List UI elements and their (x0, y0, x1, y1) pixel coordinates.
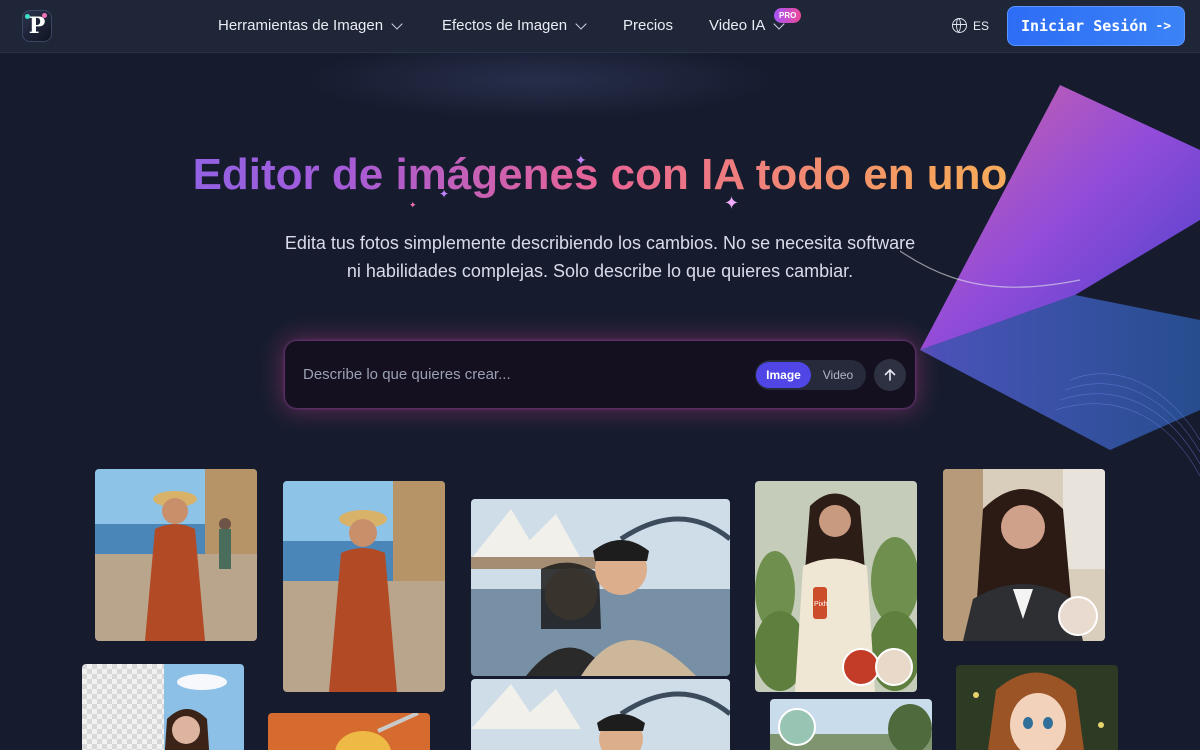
photo (471, 499, 730, 676)
nav-item-video-ia[interactable]: Video IA (709, 17, 786, 34)
signin-label: Iniciar Sesión (1020, 17, 1148, 35)
sparkle-icon: ✦ (409, 200, 417, 210)
photo (268, 713, 430, 750)
arrow-up-icon (884, 368, 896, 381)
hero-subtitle: Edita tus fotos simplemente describiendo… (284, 233, 916, 281)
avatar-thumbnail-flower (778, 708, 816, 746)
nav-item-label: Video IA (709, 17, 766, 34)
prompt-box: Image Video (285, 341, 915, 408)
nav-item-label: Efectos de Imagen (442, 17, 568, 34)
can-label: Pixh (814, 601, 828, 608)
arrow-right-icon: -> (1155, 18, 1172, 34)
logo[interactable]: P (22, 10, 52, 42)
gallery-image-woman-office[interactable] (943, 469, 1105, 641)
photo (95, 469, 257, 641)
gallery-image-couple-sydney[interactable] (471, 499, 730, 676)
prompt-input[interactable] (303, 363, 723, 385)
gallery-image-pasta[interactable] (268, 713, 430, 750)
gallery-image-background-remove[interactable] (82, 664, 244, 750)
photo (471, 679, 730, 750)
mode-option-image[interactable]: Image (756, 362, 811, 388)
nav-item-label: Precios (623, 17, 674, 34)
gallery-image-woman-cactus-can[interactable]: Pixh (755, 481, 917, 692)
nav-item-precios[interactable]: Precios (623, 17, 673, 34)
gallery-image-anime-portrait[interactable] (956, 665, 1118, 750)
gallery-image-beach-woman-original[interactable] (95, 469, 257, 641)
nav-item-herramientas[interactable]: Herramientas de Imagen (218, 17, 403, 34)
signin-button[interactable]: Iniciar Sesión -> (1007, 6, 1185, 46)
photo (82, 664, 244, 750)
top-navbar: P Herramientas de Imagen Efectos de Imag… (0, 0, 1200, 53)
nav-item-efectos[interactable]: Efectos de Imagen (442, 17, 587, 34)
page-title: Editor de imágenes con IA todo en uno (0, 150, 1200, 200)
chevron-down-icon (391, 17, 403, 30)
photo (283, 481, 445, 692)
language-selector[interactable]: ES (952, 18, 989, 33)
mode-option-video[interactable]: Video (813, 362, 863, 388)
pro-badge: PRO (774, 8, 802, 23)
decorative-3d-shape (900, 85, 1200, 477)
sparkle-icon: ✦ (439, 187, 450, 201)
gallery-image-couple-sydney-variant[interactable] (471, 679, 730, 750)
globe-icon (952, 18, 967, 33)
language-label: ES (973, 18, 990, 33)
logo-dot-icon (25, 14, 30, 19)
mode-toggle: Image Video (755, 360, 866, 390)
gallery-image-beach-woman-edited[interactable] (283, 481, 445, 692)
sparkle-icon: ✦ (575, 152, 587, 168)
avatar-thumbnail-woman (875, 648, 913, 686)
chevron-down-icon (575, 17, 587, 30)
sparkle-icon: ✦ (724, 193, 740, 213)
nav-item-label: Herramientas de Imagen (218, 17, 384, 34)
logo-dot-icon (42, 13, 47, 18)
gallery-image-landscape[interactable] (770, 699, 932, 750)
photo (956, 665, 1118, 750)
send-button[interactable] (874, 359, 906, 391)
avatar-thumbnail (1058, 596, 1098, 636)
